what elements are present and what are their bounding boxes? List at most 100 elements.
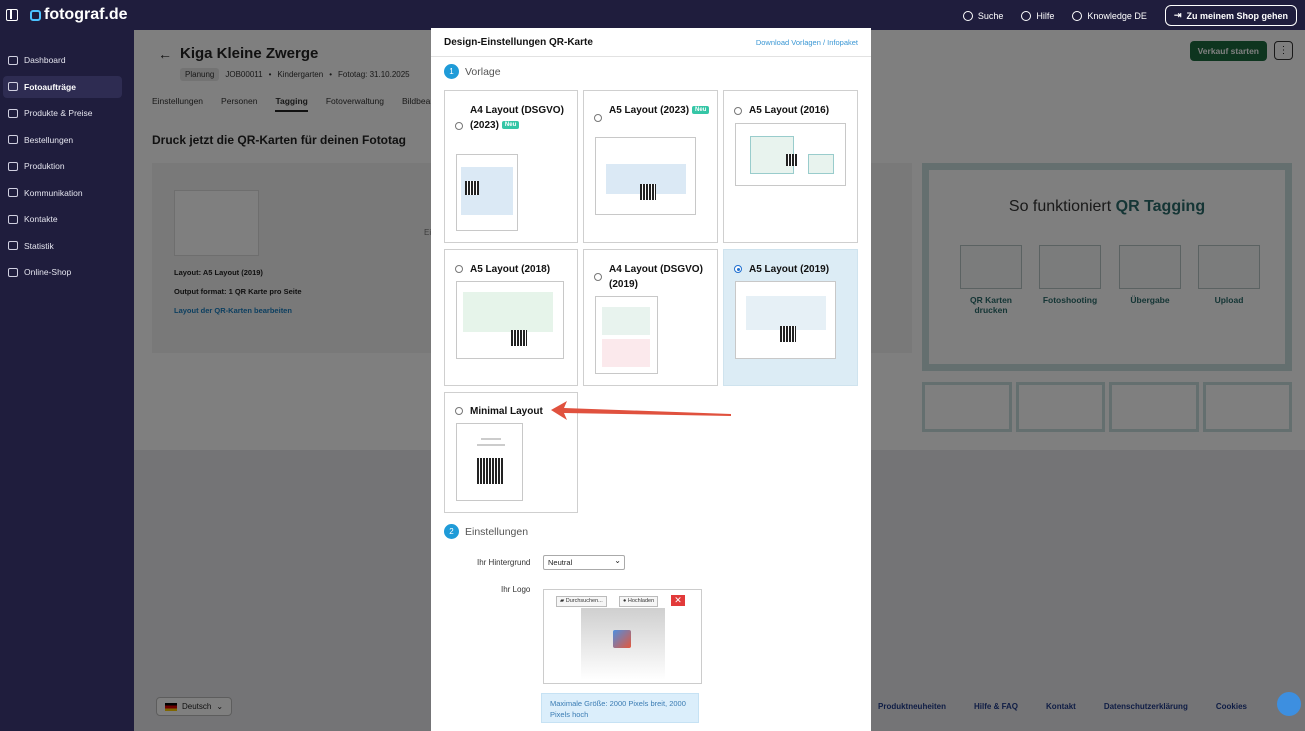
sidebar-item-statistik[interactable]: Statistik (3, 235, 122, 257)
template-preview (456, 154, 518, 231)
upload-icon: ● (623, 598, 627, 604)
sidebar-item-bestellungen[interactable]: Bestellungen (3, 129, 122, 151)
template-radio[interactable] (594, 114, 602, 122)
sidebar-item-label: Produktion (24, 161, 65, 171)
download-templates-link[interactable]: Download Vorlagen / Infopaket (756, 38, 858, 47)
template-radio[interactable] (455, 122, 463, 130)
template-label: A4 Layout (DSGVO) (2023) Neu (470, 103, 582, 133)
sidebar-item-produktion[interactable]: Produktion (3, 155, 122, 177)
exit-icon: ⇥ (1173, 10, 1182, 20)
modal-header: Design-Einstellungen QR-Karte Download V… (431, 28, 871, 57)
printer-icon (8, 161, 18, 171)
sidebar-item-label: Fotoaufträge (24, 81, 76, 92)
template-tile-a4-dsgvo-2019[interactable]: A4 Layout (DSGVO) (2019) (583, 249, 718, 386)
sidebar-item-label: Kontakte (24, 214, 58, 224)
template-label: A4 Layout (DSGVO) (2019) (609, 264, 703, 290)
sidebar-item-kontakte[interactable]: Kontakte (3, 208, 122, 230)
sidebar-toggle-icon[interactable] (6, 9, 18, 21)
top-bar: fotograf.de Suche Hilfe Knowledge DE ⇥ Z… (0, 0, 1305, 30)
template-preview (595, 296, 658, 374)
template-label: A5 Layout (2016) (749, 105, 830, 116)
message-icon (8, 188, 18, 197)
template-radio-selected[interactable] (734, 265, 742, 273)
sidebar-item-label: Statistik (24, 240, 54, 251)
template-radio[interactable] (734, 107, 742, 115)
contacts-icon (8, 214, 18, 224)
sidebar-item-kommunikation[interactable]: Kommunikation (3, 182, 122, 204)
sidebar-item-produkte[interactable]: Produkte & Preise (3, 102, 122, 124)
info-icon (1021, 10, 1032, 21)
background-select[interactable]: Neutral (543, 554, 625, 570)
template-preview (735, 281, 836, 359)
image-placeholder-icon (613, 630, 631, 648)
search-link[interactable]: Suche (962, 10, 1004, 21)
design-settings-modal: Design-Einstellungen QR-Karte Download V… (431, 28, 871, 731)
template-tile-a5-2023[interactable]: A5 Layout (2023) Neu (583, 90, 718, 243)
template-name: A5 Layout (2023) (609, 105, 690, 117)
brand-name: fotograf.de (44, 6, 128, 23)
browse-button[interactable]: ▰ Durchsuchen... (556, 596, 607, 607)
new-badge: Neu (501, 121, 520, 129)
step-number: 1 (444, 64, 459, 79)
go-to-shop-button[interactable]: ⇥ Zu meinem Shop gehen (1164, 5, 1297, 26)
shop-icon (8, 267, 18, 277)
chart-icon (8, 241, 18, 250)
template-label: A5 Layout (2018) (470, 264, 551, 275)
sidebar-item-online-shop[interactable]: Online-Shop (3, 261, 122, 283)
sidebar-item-label: Kommunikation (24, 187, 83, 198)
template-label: A5 Layout (2023) Neu (609, 103, 721, 118)
upload-label: Hochladen (627, 598, 655, 604)
sidebar-item-dashboard[interactable]: Dashboard (3, 49, 122, 71)
go-to-shop-label: Zu meinem Shop gehen (1186, 10, 1288, 21)
section-label: Vorlage (465, 65, 501, 78)
user-circle-icon (1072, 10, 1083, 21)
remove-logo-icon[interactable]: ✕ (671, 595, 685, 606)
chat-icon[interactable] (1277, 692, 1301, 716)
sidebar-item-label: Dashboard (24, 55, 66, 65)
template-tile-a4-dsgvo-2023[interactable]: A4 Layout (DSGVO) (2023) Neu (444, 90, 578, 243)
step-number: 2 (444, 524, 459, 539)
help-link[interactable]: Hilfe (1021, 10, 1055, 21)
section-settings: 2 Einstellungen (444, 524, 528, 539)
template-preview (456, 281, 564, 359)
sidebar: Dashboard Fotoaufträge Produkte & Preise… (0, 30, 134, 731)
annotation-arrow-icon (551, 401, 731, 420)
template-tile-a5-2018[interactable]: A5 Layout (2018) (444, 249, 578, 386)
tag-icon (8, 108, 18, 118)
search-icon (962, 10, 973, 21)
template-label: A5 Layout (2019) (749, 264, 830, 275)
max-size-info: Maximale Größe: 2000 Pixels breit, 2000 … (541, 693, 699, 723)
logo-preview (581, 608, 665, 680)
brand-logo[interactable]: fotograf.de (30, 6, 128, 24)
new-badge: Neu (692, 106, 710, 114)
help-label: Hilfe (1036, 10, 1055, 21)
folder-icon: ▰ (560, 598, 565, 604)
template-radio[interactable] (455, 265, 463, 273)
section-label: Einstellungen (465, 525, 529, 538)
template-preview (456, 423, 523, 501)
knowledge-link[interactable]: Knowledge DE (1072, 10, 1147, 21)
section-template: 1 Vorlage (444, 64, 501, 79)
template-radio[interactable] (455, 407, 463, 415)
sidebar-item-label: Bestellungen (24, 134, 74, 145)
modal-title: Design-Einstellungen QR-Karte (444, 36, 593, 48)
template-radio[interactable] (594, 273, 602, 281)
template-tile-a5-2019[interactable]: A5 Layout (2019) (723, 249, 858, 386)
logo-upload-area: ▰ Durchsuchen... ● Hochladen ✕ (543, 589, 702, 684)
sidebar-item-fotoauftraege[interactable]: Fotoaufträge (3, 75, 122, 98)
browse-label: Durchsuchen... (565, 598, 603, 604)
background-label: Ihr Hintergrund (477, 558, 531, 567)
dashboard-icon (8, 55, 18, 65)
upload-button[interactable]: ● Hochladen (619, 596, 659, 607)
template-tile-a5-2016[interactable]: A5 Layout (2016) (723, 90, 858, 243)
search-label: Suche (977, 10, 1004, 21)
template-preview (735, 123, 846, 186)
sidebar-item-label: Produkte & Preise (24, 108, 93, 118)
top-nav: Suche Hilfe Knowledge DE ⇥ Zu meinem Sho… (962, 5, 1297, 26)
knowledge-label: Knowledge DE (1087, 10, 1147, 21)
logo-label: Ihr Logo (501, 585, 531, 594)
photo-icon (8, 82, 18, 91)
template-preview (595, 137, 696, 215)
cart-icon (8, 135, 18, 144)
sidebar-item-label: Online-Shop (24, 267, 72, 277)
